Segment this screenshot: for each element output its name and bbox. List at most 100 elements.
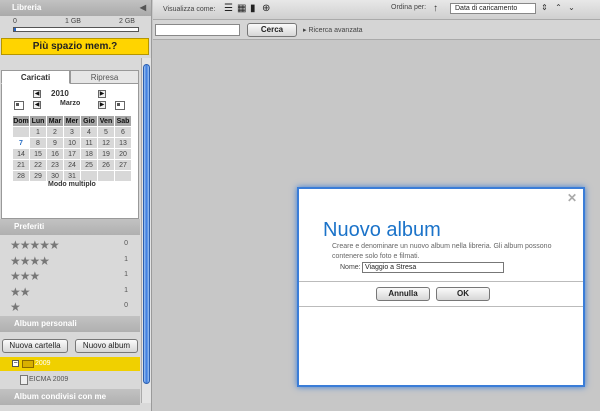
star-rating-icon: ★★★ [10,269,40,283]
cancel-button[interactable]: Annulla [376,287,430,301]
list-icon[interactable]: ☰ [224,4,234,14]
calendar-day[interactable]: 2 [46,126,64,138]
calendar-year: 2010 [51,89,69,98]
calendar-day[interactable]: 3 [63,126,81,138]
calendar-day[interactable]: 4 [80,126,98,138]
calendar-day[interactable]: 25 [80,159,98,171]
library-sidebar: Libreria ◀ 0 1 GB 2 GB Più spazio mem.? … [0,0,152,411]
calendar-day[interactable]: 12 [97,137,115,149]
new-folder-button[interactable]: Nuova cartella [2,339,68,353]
calendar-day[interactable]: 16 [46,148,64,160]
collapse-folder-icon[interactable]: − [12,360,19,367]
calendar-last-icon[interactable] [115,101,125,110]
calendar-day[interactable]: 11 [80,137,98,149]
calendar-grid: Dom Lun Mar Mer Gio Ven Sab 1 2 3 4 5 6 7 8 9 10 11 12 13 1… [12,115,132,182]
calendar-week-row: 28 29 30 31 [12,170,132,182]
weekday-header: Mer [63,115,81,127]
new-album-button[interactable]: Nuovo album [75,339,138,353]
prev-month-button[interactable]: ◀ [33,101,41,109]
calendar-day[interactable]: 1 [29,126,47,138]
calendar-day[interactable]: 24 [63,159,81,171]
favorite-count: 1 [124,271,128,278]
calendar-day[interactable]: 20 [114,148,132,160]
shared-albums-header: Album condivisi con me [0,389,140,405]
calendar-day[interactable]: 26 [97,159,115,171]
filmstrip-icon[interactable]: ▮ [250,4,260,14]
advanced-search-label: Ricerca avanzata [308,27,363,34]
calendar-day[interactable]: 13 [114,137,132,149]
favorites-header: Preferiti [0,219,140,235]
search-button[interactable]: Cerca [247,23,297,37]
sidebar-scroll-thumb[interactable] [143,64,150,384]
storage-min-label: 0 [13,18,17,25]
storage-bar [13,27,139,32]
calendar-week-row: 123456 [12,126,132,138]
storage-mid-label: 1 GB [65,18,81,25]
sort-dropdown-icon[interactable]: ⇕ [539,3,550,14]
ok-button[interactable]: OK [436,287,490,301]
calendar-day[interactable]: 21 [12,159,30,171]
calendar-first-icon[interactable] [14,101,24,110]
album-row-eicma[interactable]: EICMA 2009 [0,372,140,386]
tab-caricati[interactable]: Caricati [1,70,70,84]
calendar-days: 1 2 3 4 5 6 7 8 9 10 11 12 13 14 15 16 17 18 19 20 21 22 23 24 2… [12,126,132,182]
weekday-header: Ven [97,115,115,127]
weekday-header: Sab [114,115,132,127]
folder-row-2009[interactable]: − 2009 [0,357,140,371]
weekday-header: Lun [29,115,47,127]
sort-ascending-icon[interactable]: ↑ [433,3,438,14]
expand-up-icon[interactable]: ⌃ [553,3,564,14]
more-space-button[interactable]: Più spazio mem.? [1,38,149,55]
weekday-header: Gio [80,115,98,127]
calendar-week-row: 14 15 16 17 18 19 20 [12,148,132,160]
library-title: Libreria [12,3,42,12]
sidebar-scrollbar[interactable] [141,58,151,403]
calendar-day[interactable]: 10 [63,137,81,149]
folder-name: 2009 [35,360,51,367]
calendar-day[interactable]: 8 [29,137,47,149]
calendar-day[interactable]: 19 [97,148,115,160]
date-tabs: Caricati Ripresa [1,70,139,84]
calendar-day[interactable]: 18 [80,148,98,160]
calendar-day[interactable]: 28 [12,170,30,182]
grid-icon[interactable]: ▦ [237,4,247,14]
calendar-day[interactable]: 7 [12,137,30,149]
calendar-day[interactable]: 5 [97,126,115,138]
calendar-day[interactable]: 23 [46,159,64,171]
prev-year-button[interactable]: ◀ [33,90,41,98]
sort-select[interactable]: Data di caricamento [450,3,536,14]
star-rating-icon: ★★★★ [10,253,50,268]
tab-ripresa[interactable]: Ripresa [70,70,139,84]
library-header: Libreria ◀ [0,0,151,16]
album-name: EICMA 2009 [29,376,69,383]
calendar-day[interactable]: 6 [114,126,132,138]
calendar-day[interactable]: 15 [29,148,47,160]
calendar-panel: ◀ 2010 ▶ ◀ Marzo ▶ Dom Lun Mar Mer Gio Ven Sab… [1,84,139,219]
calendar-day[interactable]: 29 [29,170,47,182]
close-icon[interactable]: ✕ [567,191,577,205]
favorite-row-4-stars[interactable]: ★★★★ 1 [0,254,140,269]
dialog-title: Nuovo album [323,219,441,241]
calendar-day[interactable]: 14 [12,148,30,160]
search-input[interactable] [155,24,240,36]
globe-icon[interactable]: ⊕ [262,4,272,14]
album-icon [20,375,28,385]
calendar-day[interactable]: 31 [63,170,81,182]
calendar-week-row: 7 8 9 10 11 12 13 [12,137,132,149]
advanced-search-link[interactable]: ▸ Ricerca avanzata [303,26,363,34]
calendar-day[interactable]: 22 [29,159,47,171]
next-year-button[interactable]: ▶ [98,90,106,98]
favorite-row-5-stars[interactable]: ★★★★★ 0 [0,238,140,253]
calendar-day[interactable]: 9 [46,137,64,149]
calendar-day[interactable]: 30 [46,170,64,182]
multi-mode-link[interactable]: Modo multiplo [48,181,96,188]
expand-down-icon[interactable]: ⌄ [566,3,577,14]
calendar-day[interactable]: 27 [114,159,132,171]
calendar-day[interactable]: 17 [63,148,81,160]
album-name-input[interactable]: Viaggio a Stresa [362,262,504,273]
favorite-row-3-stars[interactable]: ★★★ 1 [0,269,140,284]
favorite-row-2-stars[interactable]: ★★ 1 [0,285,140,300]
favorite-row-1-stars[interactable]: ★ 0 [0,300,140,315]
next-month-button[interactable]: ▶ [98,101,106,109]
collapse-sidebar-icon[interactable]: ◀ [140,0,146,16]
